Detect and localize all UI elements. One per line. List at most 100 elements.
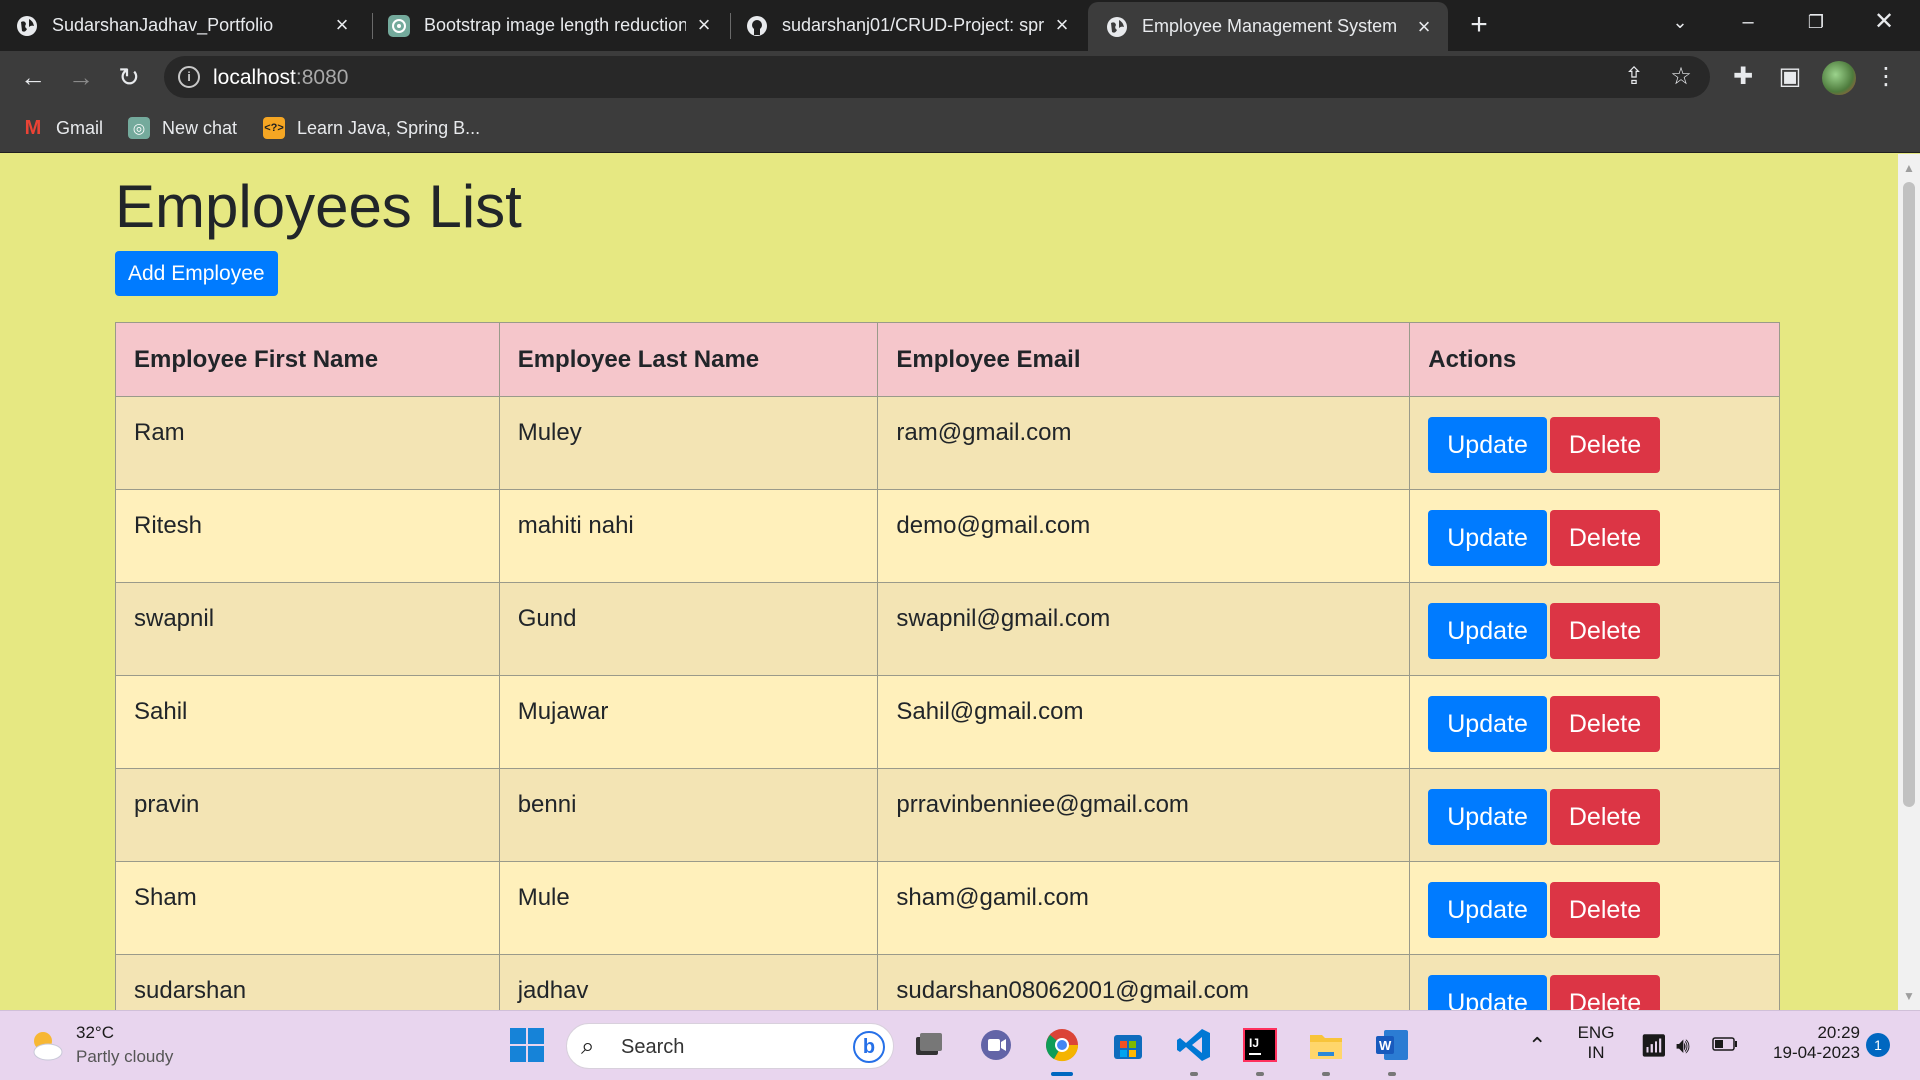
update-button[interactable]: Update — [1428, 882, 1547, 938]
minimize-icon[interactable]: – — [1720, 0, 1776, 44]
update-button[interactable]: Update — [1428, 789, 1547, 845]
running-app-indicator — [1256, 1072, 1264, 1076]
site-info-icon[interactable]: i — [178, 66, 200, 88]
volume-icon[interactable]: 🔊︎ — [1676, 1033, 1690, 1059]
taskbar-search[interactable]: ⌕ Search b — [566, 1023, 894, 1069]
tab-portfolio[interactable]: SudarshanJadhav_Portfolio × — [16, 0, 366, 51]
cell-first-name: Sahil — [115, 675, 500, 769]
cell-email: ram@gmail.com — [877, 396, 1411, 490]
scroll-down-icon[interactable]: ▼ — [1903, 990, 1915, 1002]
globe-icon — [1106, 16, 1128, 38]
update-button[interactable]: Update — [1428, 603, 1547, 659]
cell-last-name: Gund — [498, 582, 879, 676]
notification-badge[interactable]: 1 — [1866, 1033, 1890, 1057]
update-button[interactable]: Update — [1428, 510, 1547, 566]
delete-button[interactable]: Delete — [1549, 975, 1661, 1010]
language-indicator[interactable]: ENG IN — [1575, 1023, 1617, 1063]
table-row: Sham Mule sham@gamil.com Update Delete — [115, 861, 1780, 955]
battery-icon[interactable] — [1712, 1037, 1738, 1051]
intellij-icon[interactable]: IJ — [1240, 1025, 1280, 1065]
update-button[interactable]: Update — [1428, 417, 1547, 473]
browser-toolbar: ← → ↻ i localhost:8080 ⇪ ☆ ✚ ▣ ⋮ — [0, 51, 1920, 103]
close-icon[interactable]: × — [692, 13, 716, 37]
github-icon — [746, 15, 768, 37]
table-row: Ram Muley ram@gmail.com Update Delete — [115, 396, 1780, 490]
scroll-up-icon[interactable]: ▲ — [1903, 162, 1915, 174]
cell-first-name: Ritesh — [115, 489, 500, 583]
vscode-icon[interactable] — [1174, 1025, 1214, 1065]
windows-start-icon[interactable] — [507, 1025, 547, 1065]
back-icon[interactable]: ← — [15, 60, 51, 96]
profile-avatar[interactable] — [1822, 61, 1856, 95]
running-app-indicator — [1388, 1072, 1396, 1076]
word-icon[interactable]: W — [1372, 1025, 1412, 1065]
table-row: Ritesh mahiti nahi demo@gmail.com Update… — [115, 489, 1780, 583]
task-view-icon[interactable] — [908, 1025, 948, 1065]
new-tab-button[interactable]: + — [1462, 9, 1496, 43]
bing-icon[interactable]: b — [853, 1031, 885, 1063]
running-app-indicator — [1190, 1072, 1198, 1076]
page-scrollbar[interactable]: ▲ ▼ — [1898, 154, 1920, 1010]
share-icon[interactable]: ⇪ — [1620, 63, 1648, 91]
delete-button[interactable]: Delete — [1549, 696, 1661, 752]
microsoft-store-icon[interactable] — [1108, 1025, 1148, 1065]
wifi-icon[interactable]: 📶︎ — [1640, 1033, 1668, 1059]
column-header-actions: Actions — [1409, 322, 1780, 397]
cell-first-name: pravin — [115, 768, 500, 862]
file-explorer-icon[interactable] — [1306, 1025, 1346, 1065]
delete-button[interactable]: Delete — [1549, 882, 1661, 938]
teams-chat-icon[interactable] — [976, 1025, 1016, 1065]
cell-last-name: Mujawar — [498, 675, 879, 769]
bookmarks-bar: M Gmail ◎ New chat <?> Learn Java, Sprin… — [0, 103, 1920, 153]
bookmark-new-chat[interactable]: ◎ New chat — [128, 115, 237, 141]
code-icon: <?> — [263, 117, 285, 139]
close-icon[interactable]: × — [1412, 15, 1436, 39]
clock[interactable]: 20:29 19-04-2023 — [1752, 1023, 1860, 1063]
cell-first-name: swapnil — [115, 582, 500, 676]
bookmark-gmail[interactable]: M Gmail — [22, 115, 103, 141]
url-text: localhost:8080 — [213, 66, 349, 89]
update-button[interactable]: Update — [1428, 975, 1547, 1010]
delete-button[interactable]: Delete — [1549, 603, 1661, 659]
menu-kebab-icon[interactable]: ⋮ — [1870, 62, 1902, 94]
bookmark-learn-java[interactable]: <?> Learn Java, Spring B... — [263, 115, 480, 141]
tab-separator — [730, 13, 731, 39]
extensions-icon[interactable]: ✚ — [1727, 62, 1759, 94]
tab-employee-management[interactable]: Employee Management System × — [1088, 2, 1448, 51]
restore-icon[interactable]: ❐ — [1788, 0, 1844, 44]
column-header-first-name: Employee First Name — [115, 322, 500, 397]
cell-email: Sahil@gmail.com — [877, 675, 1411, 769]
cell-first-name: Sham — [115, 861, 500, 955]
side-panel-icon[interactable]: ▣ — [1774, 62, 1806, 94]
window-close-icon[interactable]: ✕ — [1856, 0, 1912, 44]
windows-taskbar: 32°C Partly cloudy ⌕ Search b IJ W ⌃ ENG… — [0, 1010, 1920, 1080]
cell-last-name: jadhav — [498, 954, 879, 1010]
delete-button[interactable]: Delete — [1549, 510, 1661, 566]
page-title: Employees List — [115, 173, 522, 240]
scrollbar-thumb[interactable] — [1903, 182, 1915, 807]
add-employee-button[interactable]: Add Employee — [115, 251, 278, 296]
bookmark-star-icon[interactable]: ☆ — [1667, 63, 1695, 91]
table-row: sudarshan jadhav sudarshan08062001@gmail… — [115, 954, 1780, 1010]
tab-github[interactable]: sudarshanj01/CRUD-Project: spring × — [746, 0, 1086, 51]
tab-search-chevron-icon[interactable]: ⌄ — [1652, 0, 1708, 44]
globe-icon — [16, 15, 38, 37]
chrome-icon[interactable] — [1042, 1025, 1082, 1065]
cell-email: sudarshan08062001@gmail.com — [877, 954, 1411, 1010]
tab-separator — [372, 13, 373, 39]
reload-icon[interactable]: ↻ — [111, 60, 147, 96]
cell-last-name: Muley — [498, 396, 879, 490]
address-bar[interactable]: i localhost:8080 ⇪ ☆ — [164, 56, 1710, 98]
forward-icon[interactable]: → — [63, 60, 99, 96]
active-app-indicator — [1051, 1072, 1073, 1076]
search-icon: ⌕ — [581, 1033, 595, 1060]
delete-button[interactable]: Delete — [1549, 417, 1661, 473]
update-button[interactable]: Update — [1428, 696, 1547, 752]
show-hidden-icons-chevron[interactable]: ⌃ — [1528, 1033, 1546, 1059]
cell-email: swapnil@gmail.com — [877, 582, 1411, 676]
delete-button[interactable]: Delete — [1549, 789, 1661, 845]
tab-bootstrap[interactable]: Bootstrap image length reduction × — [388, 0, 728, 51]
close-icon[interactable]: × — [330, 13, 354, 37]
column-header-email: Employee Email — [877, 322, 1411, 397]
close-icon[interactable]: × — [1050, 13, 1074, 37]
